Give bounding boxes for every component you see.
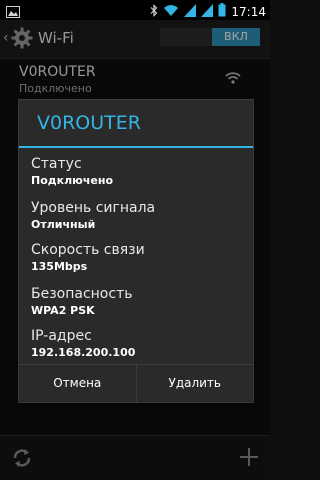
cell-signal-icon-1: [184, 2, 197, 21]
field-link-speed: Скорость связи 135Mbps: [31, 242, 145, 273]
field-value: 192.168.200.100: [31, 346, 136, 359]
field-signal-strength: Уровень сигнала Отличный: [31, 200, 155, 231]
field-value: 135Mbps: [31, 260, 88, 273]
field-security: Безопасность WPA2 PSK: [31, 286, 132, 317]
field-label: Скорость связи: [31, 242, 145, 258]
battery-icon: [218, 2, 226, 21]
field-value: WPA2 PSK: [31, 304, 95, 317]
cancel-button[interactable]: Отмена: [19, 365, 136, 403]
clock: 17:14: [231, 4, 266, 19]
dialog-title: V0ROUTER: [37, 112, 141, 134]
field-label: IP-адрес: [31, 328, 92, 344]
field-status: Статус Подключено: [31, 156, 113, 187]
cell-signal-icon-2: [201, 2, 214, 21]
field-label: Статус: [31, 156, 82, 172]
field-label: Уровень сигнала: [31, 200, 156, 216]
dialog-body[interactable]: Статус Подключено Уровень сигнала Отличн…: [19, 148, 253, 364]
field-ip-address: IP-адрес 192.168.200.100: [31, 328, 135, 359]
network-details-dialog: V0ROUTER Статус Подключено Уровень сигна…: [18, 99, 254, 403]
field-label: Безопасность: [31, 286, 133, 302]
delete-button[interactable]: Удалить: [137, 365, 254, 403]
bluetooth-icon: [150, 2, 158, 21]
wifi-signal-icon: [163, 2, 179, 21]
field-value: Отличный: [31, 218, 96, 231]
status-bar: 17:14: [0, 0, 270, 20]
dialog-actions: Отмена Удалить: [19, 364, 253, 403]
field-value: Подключено: [31, 174, 114, 187]
